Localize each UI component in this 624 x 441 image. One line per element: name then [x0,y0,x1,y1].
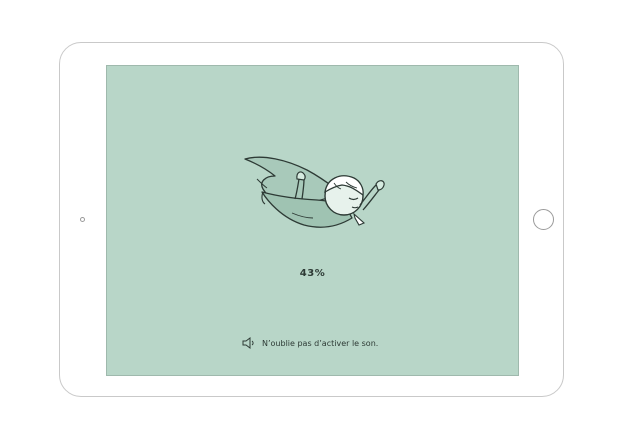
sound-reminder: N’oublie pas d’activer le son. [242,336,378,350]
page: 43% N’oublie pas d’activer le son. [0,0,624,441]
front-camera [80,217,85,222]
loading-percentage: 43% [299,268,326,279]
loading-screen: 43% N’oublie pas d’activer le son. [106,65,519,376]
home-button[interactable] [533,209,554,230]
sound-reminder-text: N’oublie pas d’activer le son. [262,338,379,348]
flying-child-hero-illustration [244,156,385,228]
speaker-icon [242,337,254,349]
